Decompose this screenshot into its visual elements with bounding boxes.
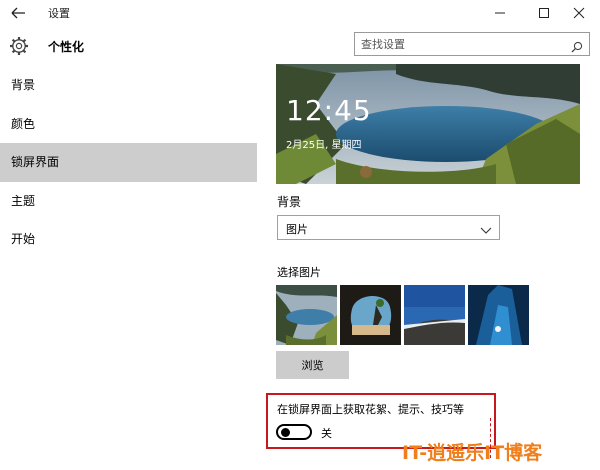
picture-thumbnail[interactable]: [340, 285, 401, 345]
browse-button[interactable]: 浏览: [276, 351, 349, 379]
background-dropdown[interactable]: 图片: [277, 215, 500, 240]
lock-screen-preview: 12:45 2月25日, 星期四: [276, 64, 580, 184]
title-bar: 设置: [0, 0, 600, 26]
sidebar-item-lock-screen[interactable]: 锁屏界面: [0, 143, 257, 182]
background-label: 背景: [277, 195, 302, 209]
toggle-knob: [281, 428, 290, 437]
picture-thumbnails: [276, 285, 532, 345]
watermark-image: IT-逍遥乐IT博客: [402, 441, 543, 464]
sidebar-item-colors[interactable]: 颜色: [0, 105, 257, 144]
picture-thumbnail[interactable]: [276, 285, 337, 345]
sidebar-item-start[interactable]: 开始: [0, 220, 257, 259]
search-box[interactable]: [354, 32, 590, 56]
search-input[interactable]: [361, 36, 561, 52]
close-icon[interactable]: [558, 0, 600, 26]
sidebar: 背景 颜色 锁屏界面 主题 开始: [0, 66, 257, 259]
back-arrow-icon[interactable]: [8, 3, 30, 23]
search-icon[interactable]: [571, 38, 583, 53]
sidebar-item-background[interactable]: 背景: [0, 66, 257, 105]
background-dropdown-value: 图片: [286, 223, 308, 236]
choose-picture-label: 选择图片: [277, 266, 321, 279]
sidebar-item-themes[interactable]: 主题: [0, 182, 257, 221]
svg-text:IT-逍遥乐IT博客: IT-逍遥乐IT博客: [402, 441, 543, 464]
page-title: 个性化: [48, 40, 85, 54]
spotlight-toggle[interactable]: [276, 424, 312, 440]
minimize-icon[interactable]: [478, 0, 522, 26]
window-title: 设置: [48, 7, 70, 20]
spotlight-tips-label: 在锁屏界面上获取花絮、提示、技巧等: [277, 403, 464, 416]
gear-icon: [9, 36, 29, 56]
lock-screen-time: 12:45: [286, 94, 372, 127]
picture-thumbnail[interactable]: [468, 285, 529, 345]
toggle-state-text: 关: [321, 427, 332, 440]
watermark-logo: IT-逍遥乐IT博客: [400, 438, 596, 464]
picture-thumbnail[interactable]: [404, 285, 465, 345]
lock-screen-date: 2月25日, 星期四: [286, 140, 362, 151]
chevron-down-icon: [479, 222, 493, 234]
